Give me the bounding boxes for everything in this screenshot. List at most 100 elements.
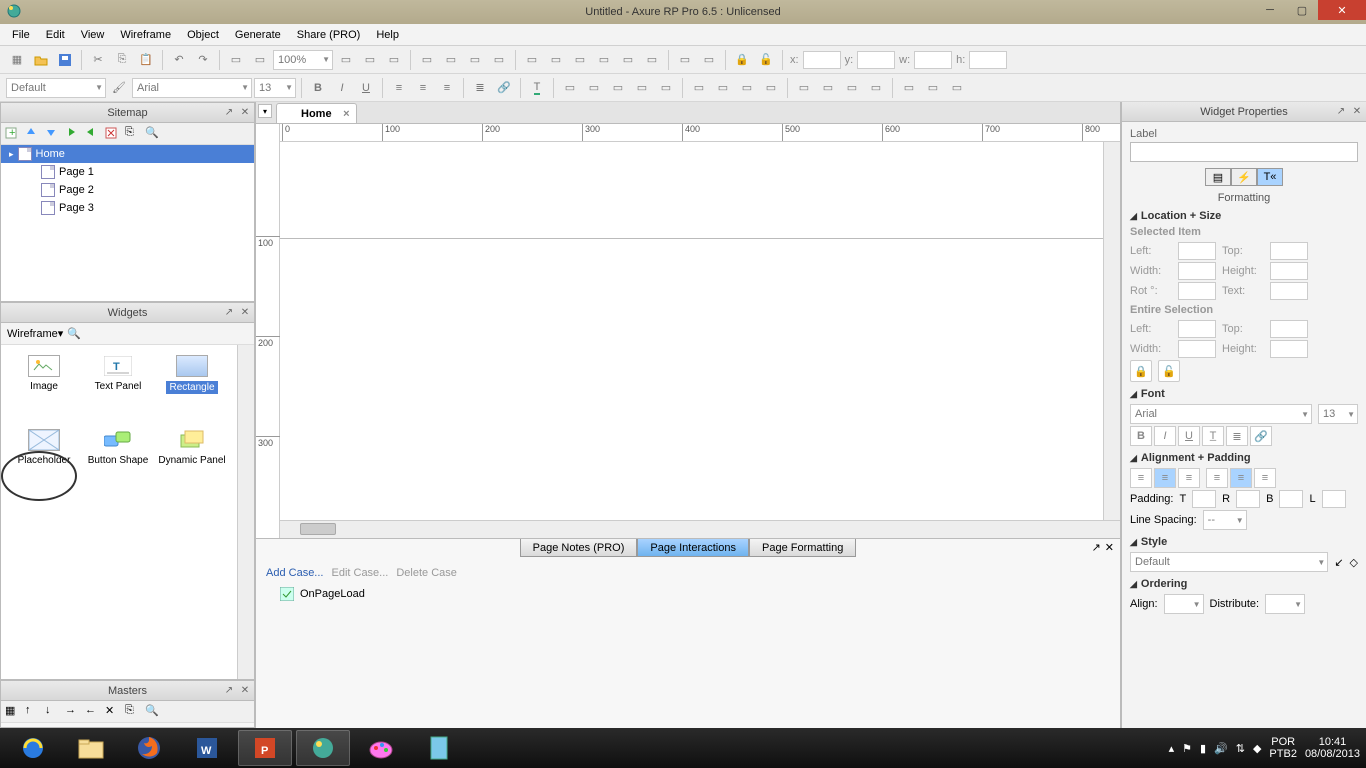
master-up-icon[interactable]: ↑ [25, 704, 41, 720]
more5-icon[interactable]: ▭ [898, 77, 920, 99]
master-left-icon[interactable]: ← [85, 704, 101, 720]
popout-icon[interactable]: ↗ [1092, 541, 1101, 554]
menu-view[interactable]: View [73, 27, 113, 43]
widgets-library-combo[interactable]: Wireframe▾ [7, 327, 63, 340]
search-icon[interactable]: 🔍 [145, 704, 161, 720]
sitemap-item-page2[interactable]: Page 2 [1, 181, 254, 199]
proto-icon[interactable]: ▭ [712, 77, 734, 99]
align-bottom-icon[interactable]: ▭ [641, 49, 663, 71]
zoom-combo[interactable]: 100%▼ [273, 50, 333, 70]
align-left-icon[interactable]: ▭ [521, 49, 543, 71]
taskbar-ie[interactable] [6, 730, 60, 766]
open-icon[interactable] [30, 49, 52, 71]
align-center-icon[interactable]: ▭ [545, 49, 567, 71]
master-dup-icon[interactable]: ⎘ [125, 704, 141, 720]
tray-dropbox-icon[interactable]: ◆ [1253, 742, 1261, 755]
linespacing-combo[interactable]: --▼ [1203, 510, 1247, 530]
taskbar-axure[interactable] [296, 730, 350, 766]
zoom-out-icon[interactable]: ▭ [225, 49, 247, 71]
apply-style-icon[interactable]: ↙ [1334, 556, 1343, 569]
menu-generate[interactable]: Generate [227, 27, 289, 43]
tab-page-interactions[interactable]: Page Interactions [637, 539, 749, 557]
widget-placeholder[interactable]: Placeholder [7, 425, 81, 499]
minimize-button[interactable]: ─ [1254, 0, 1286, 20]
more1-icon[interactable]: ▭ [793, 77, 815, 99]
coord-h-input[interactable] [969, 51, 1007, 69]
style-combo[interactable]: Default▼ [6, 78, 106, 98]
widget-button-shape[interactable]: Button Shape [81, 425, 155, 499]
panel-close-icon[interactable]: ✕ [238, 684, 252, 698]
front-icon[interactable]: ▭ [464, 49, 486, 71]
halign-center[interactable]: ≡ [1154, 468, 1176, 488]
cut-icon[interactable]: ✂ [87, 49, 109, 71]
linestyle-icon[interactable]: ▭ [631, 77, 653, 99]
ungroup-icon[interactable]: ▭ [440, 49, 462, 71]
underline-button[interactable]: U [1178, 426, 1200, 446]
style-combo[interactable]: Default▼ [1130, 552, 1328, 572]
italic-button[interactable]: I [1154, 426, 1176, 446]
sel-top-input[interactable] [1270, 320, 1308, 338]
align-l-icon[interactable]: ≡ [388, 77, 410, 99]
valign-middle[interactable]: ≡ [1230, 468, 1252, 488]
link-button[interactable]: 🔗 [1250, 426, 1272, 446]
widget-image[interactable]: Image [7, 351, 81, 425]
arrow-icon[interactable]: ▭ [655, 77, 677, 99]
menu-wireframe[interactable]: Wireframe [112, 27, 179, 43]
more2-icon[interactable]: ▭ [817, 77, 839, 99]
panel-close-icon[interactable]: ✕ [238, 306, 252, 320]
spec-icon[interactable]: ▭ [688, 77, 710, 99]
unlock-icon[interactable]: 🔓 [1158, 360, 1180, 382]
widget-text-panel[interactable]: TText Panel [81, 351, 155, 425]
select-mode-icon[interactable]: ▭ [335, 49, 357, 71]
panel-close-icon[interactable]: ✕ [1105, 541, 1114, 554]
menu-help[interactable]: Help [368, 27, 407, 43]
back-icon[interactable]: ▭ [488, 49, 510, 71]
underline-icon[interactable]: U [355, 77, 377, 99]
close-button[interactable]: ✕ [1318, 0, 1366, 20]
halign-right[interactable]: ≡ [1178, 468, 1200, 488]
font-combo[interactable]: Arial▼ [132, 78, 252, 98]
rot-input[interactable] [1178, 282, 1216, 300]
more4-icon[interactable]: ▭ [865, 77, 887, 99]
lock-icon[interactable]: 🔒 [1130, 360, 1152, 382]
zoom-in-icon[interactable]: ▭ [249, 49, 271, 71]
bullets-icon[interactable]: ≣ [469, 77, 491, 99]
menu-object[interactable]: Object [179, 27, 227, 43]
search-icon[interactable]: 🔍 [67, 327, 81, 340]
menu-edit[interactable]: Edit [38, 27, 73, 43]
sitemap-item-page3[interactable]: Page 3 [1, 199, 254, 217]
subtab-formatting-icon[interactable]: T« [1257, 168, 1283, 186]
group-icon[interactable]: ▭ [416, 49, 438, 71]
more6-icon[interactable]: ▭ [922, 77, 944, 99]
duplicate-icon[interactable]: ⎘ [125, 126, 141, 142]
bold-icon[interactable]: B [307, 77, 329, 99]
add-page-icon[interactable]: + [5, 126, 21, 142]
tab-page-formatting[interactable]: Page Formatting [749, 539, 856, 557]
pad-l-input[interactable] [1322, 490, 1346, 508]
undo-icon[interactable]: ↶ [168, 49, 190, 71]
popout-icon[interactable]: ↗ [222, 306, 236, 320]
line-icon[interactable]: ▭ [583, 77, 605, 99]
publish-icon[interactable]: ▭ [760, 77, 782, 99]
valign-bottom[interactable]: ≡ [1254, 468, 1276, 488]
bullets-button[interactable]: ≣ [1226, 426, 1248, 446]
canvas-scrollbar-v[interactable] [1103, 142, 1120, 520]
tab-menu-icon[interactable]: ▾ [258, 104, 272, 118]
textcolor-icon[interactable]: T [526, 77, 548, 99]
top-input[interactable] [1270, 242, 1308, 260]
tray-power-icon[interactable]: ▮ [1200, 742, 1206, 755]
menu-share[interactable]: Share (PRO) [289, 27, 369, 43]
taskbar-notepad[interactable] [412, 730, 466, 766]
move-right-icon[interactable] [65, 126, 81, 142]
sel-height-input[interactable] [1270, 340, 1308, 358]
italic-icon[interactable]: I [331, 77, 353, 99]
taskbar-powerpoint[interactable]: P [238, 730, 292, 766]
maximize-button[interactable]: ▢ [1286, 0, 1318, 20]
widget-dynamic-panel[interactable]: Dynamic Panel [155, 425, 229, 499]
tray-network-icon[interactable]: ⇅ [1236, 742, 1245, 755]
search-icon[interactable]: 🔍 [145, 126, 161, 142]
preview-icon[interactable]: ▭ [736, 77, 758, 99]
section-alignment[interactable]: ◢Alignment + Padding [1130, 452, 1358, 464]
sitemap-item-home[interactable]: ▸ Home [1, 145, 254, 163]
taskbar-firefox[interactable] [122, 730, 176, 766]
